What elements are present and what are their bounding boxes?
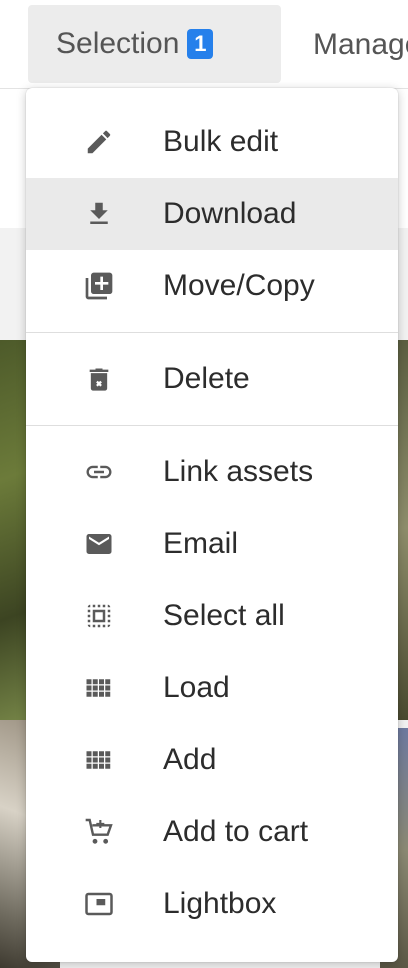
grid-icon — [81, 670, 117, 706]
selection-menu: Bulk edit Download Move/Copy Delete Link… — [26, 88, 398, 962]
menu-item-add[interactable]: Add — [26, 724, 398, 796]
menu-item-label: Select all — [163, 599, 285, 632]
menu-item-label: Link assets — [163, 455, 314, 488]
move-copy-icon — [81, 268, 117, 304]
menu-item-download[interactable]: Download — [26, 178, 398, 250]
link-icon — [81, 454, 117, 490]
menu-item-label: Download — [163, 197, 297, 230]
pencil-icon — [81, 124, 117, 160]
lightbox-icon — [81, 886, 117, 922]
menu-item-load[interactable]: Load — [26, 652, 398, 724]
menu-item-label: Move/Copy — [163, 269, 315, 302]
envelope-icon — [81, 526, 117, 562]
manage-tab[interactable]: Manage — [313, 28, 408, 62]
menu-item-select-all[interactable]: Select all — [26, 580, 398, 652]
menu-item-delete[interactable]: Delete — [26, 343, 398, 415]
menu-item-label: Load — [163, 671, 230, 704]
grid-icon — [81, 742, 117, 778]
menu-item-label: Delete — [163, 362, 250, 395]
selection-count-badge: 1 — [187, 29, 214, 59]
menu-item-label: Bulk edit — [163, 125, 279, 158]
menu-item-label: Add — [163, 743, 217, 776]
menu-item-label: Email — [163, 527, 239, 560]
menu-item-lightbox[interactable]: Lightbox — [26, 868, 398, 940]
selection-label: Selection — [56, 27, 180, 60]
selection-button[interactable]: Selection 1 — [28, 5, 281, 83]
top-toolbar: Selection 1 Manage — [0, 0, 408, 88]
trash-icon — [81, 361, 117, 397]
menu-item-link-assets[interactable]: Link assets — [26, 436, 398, 508]
select-all-icon — [81, 598, 117, 634]
menu-item-bulk-edit[interactable]: Bulk edit — [26, 106, 398, 178]
cart-add-icon — [81, 814, 117, 850]
menu-item-email[interactable]: Email — [26, 508, 398, 580]
menu-item-label: Lightbox — [163, 887, 277, 920]
download-icon — [81, 196, 117, 232]
menu-item-move-copy[interactable]: Move/Copy — [26, 250, 398, 322]
menu-item-add-to-cart[interactable]: Add to cart — [26, 796, 398, 868]
menu-item-label: Add to cart — [163, 815, 309, 848]
